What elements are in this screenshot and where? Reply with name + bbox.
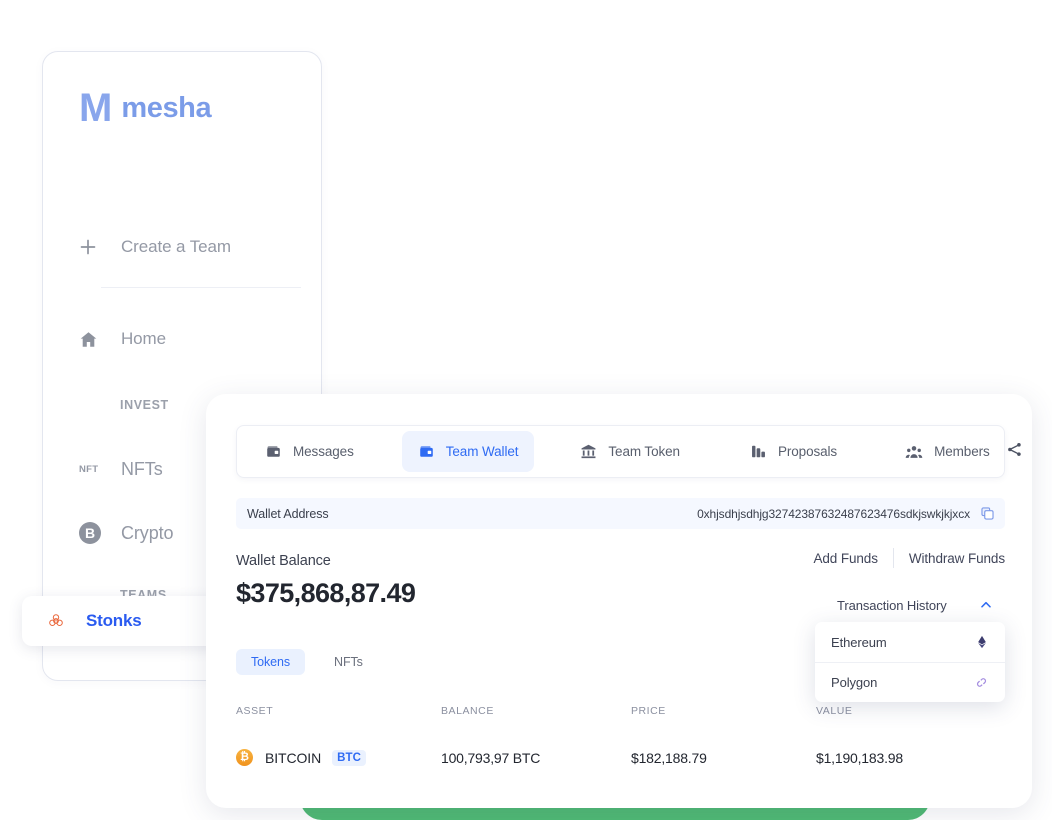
sidebar-item-label: Create a Team <box>121 237 231 256</box>
share-icon <box>1006 441 1023 463</box>
column-header-balance: BALANCE <box>441 705 494 717</box>
transaction-history-dropdown[interactable]: Transaction History <box>823 590 1005 620</box>
sidebar-item-label: Crypto <box>121 522 174 543</box>
assets-table: ASSET BALANCE PRICE VALUE ₿ BITCOIN BTC … <box>236 700 1005 766</box>
bitcoin-coin-icon: ₿ <box>236 749 253 766</box>
bank-icon <box>580 443 597 460</box>
column-header-price: PRICE <box>631 705 666 717</box>
tab-team-token[interactable]: Team Token <box>564 431 696 472</box>
funds-actions: Add Funds Withdraw Funds <box>813 548 1005 568</box>
sidebar-item-label: NFTs <box>121 458 163 479</box>
asset-symbol-badge: BTC <box>332 749 367 766</box>
asset-balance: 100,793,97 BTC <box>441 749 541 766</box>
sidebar-item-crypto[interactable]: B Crypto <box>79 518 174 548</box>
asset-type-toggle: Tokens NFTs <box>236 649 378 675</box>
bitcoin-icon: B <box>79 522 109 544</box>
tab-label: Team Token <box>608 444 680 459</box>
nft-icon: NFT <box>79 463 99 475</box>
asset-value: $1,190,183.98 <box>816 749 903 766</box>
column-header-asset: ASSET <box>236 705 274 717</box>
wallet-balance-label: Wallet Balance <box>236 553 331 569</box>
sidebar-item-label: Stonks <box>86 611 142 630</box>
wallet-icon <box>418 443 435 460</box>
sidebar-item-label: Home <box>121 329 166 348</box>
sidebar-item-create-team[interactable]: Create a Team <box>79 232 231 262</box>
stonks-icon <box>46 611 66 631</box>
column-header-value: VALUE <box>816 705 853 717</box>
asset-price: $182,188.79 <box>631 749 707 766</box>
plus-icon <box>79 238 109 256</box>
tab-label: Members <box>934 444 990 459</box>
table-header-row: ASSET BALANCE PRICE VALUE <box>236 700 1005 722</box>
toggle-nfts[interactable]: NFTs <box>319 649 378 675</box>
wallet-balance-amount: $375,868,87.49 <box>236 578 416 608</box>
menu-item-label: Polygon <box>831 675 878 690</box>
tab-label: Team Wallet <box>445 444 519 459</box>
mesha-logo-mark: M <box>79 86 112 130</box>
share-button[interactable] <box>1006 441 1023 463</box>
ethereum-icon <box>975 635 989 649</box>
add-funds-button[interactable]: Add Funds <box>813 551 878 566</box>
sidebar-divider <box>101 287 301 288</box>
chevron-up-icon <box>979 598 993 612</box>
members-icon <box>905 443 923 461</box>
proposals-icon <box>750 443 767 460</box>
tab-label: Proposals <box>777 444 838 459</box>
home-icon <box>79 330 109 349</box>
asset-name: BITCOIN <box>265 749 322 766</box>
transaction-history-label: Transaction History <box>837 597 947 613</box>
toggle-tokens[interactable]: Tokens <box>236 649 306 675</box>
tab-proposals[interactable]: Proposals <box>734 431 853 472</box>
tab-messages[interactable]: Messages <box>249 431 370 472</box>
tab-team-wallet[interactable]: Team Wallet <box>401 431 535 472</box>
wallet-icon <box>265 443 282 460</box>
transaction-history-menu: Ethereum Polygon <box>815 622 1005 702</box>
menu-item-polygon[interactable]: Polygon <box>815 662 1005 702</box>
mesha-logo-text: mesha <box>121 91 212 124</box>
sidebar-item-home[interactable]: Home <box>79 324 166 354</box>
table-row[interactable]: ₿ BITCOIN BTC 100,793,97 BTC $182,188.79… <box>236 749 1005 766</box>
copy-icon[interactable] <box>981 507 994 520</box>
tab-members[interactable]: Members <box>889 431 1006 472</box>
sidebar-item-nfts[interactable]: NFT NFTs <box>79 454 163 484</box>
wallet-address-label: Wallet Address <box>247 506 329 521</box>
brand-logo[interactable]: M mesha <box>79 86 212 130</box>
tab-label: Messages <box>293 444 354 459</box>
wallet-address-value: 0xhjsdhjsdhjg32742387632487623476sdkjswk… <box>697 506 970 521</box>
menu-item-ethereum[interactable]: Ethereum <box>815 622 1005 662</box>
sidebar-section-invest: INVEST <box>120 398 169 412</box>
polygon-icon <box>974 675 989 690</box>
team-wallet-panel: Messages Team Wallet Team Token Proposal… <box>206 394 1032 808</box>
withdraw-funds-button[interactable]: Withdraw Funds <box>909 551 1005 566</box>
tab-bar: Messages Team Wallet Team Token Proposal… <box>236 425 1021 478</box>
asset-cell: ₿ BITCOIN BTC <box>236 749 441 766</box>
menu-item-label: Ethereum <box>831 634 887 650</box>
funds-divider <box>892 548 894 568</box>
wallet-address-bar: Wallet Address 0xhjsdhjsdhjg327423876324… <box>236 498 1005 529</box>
